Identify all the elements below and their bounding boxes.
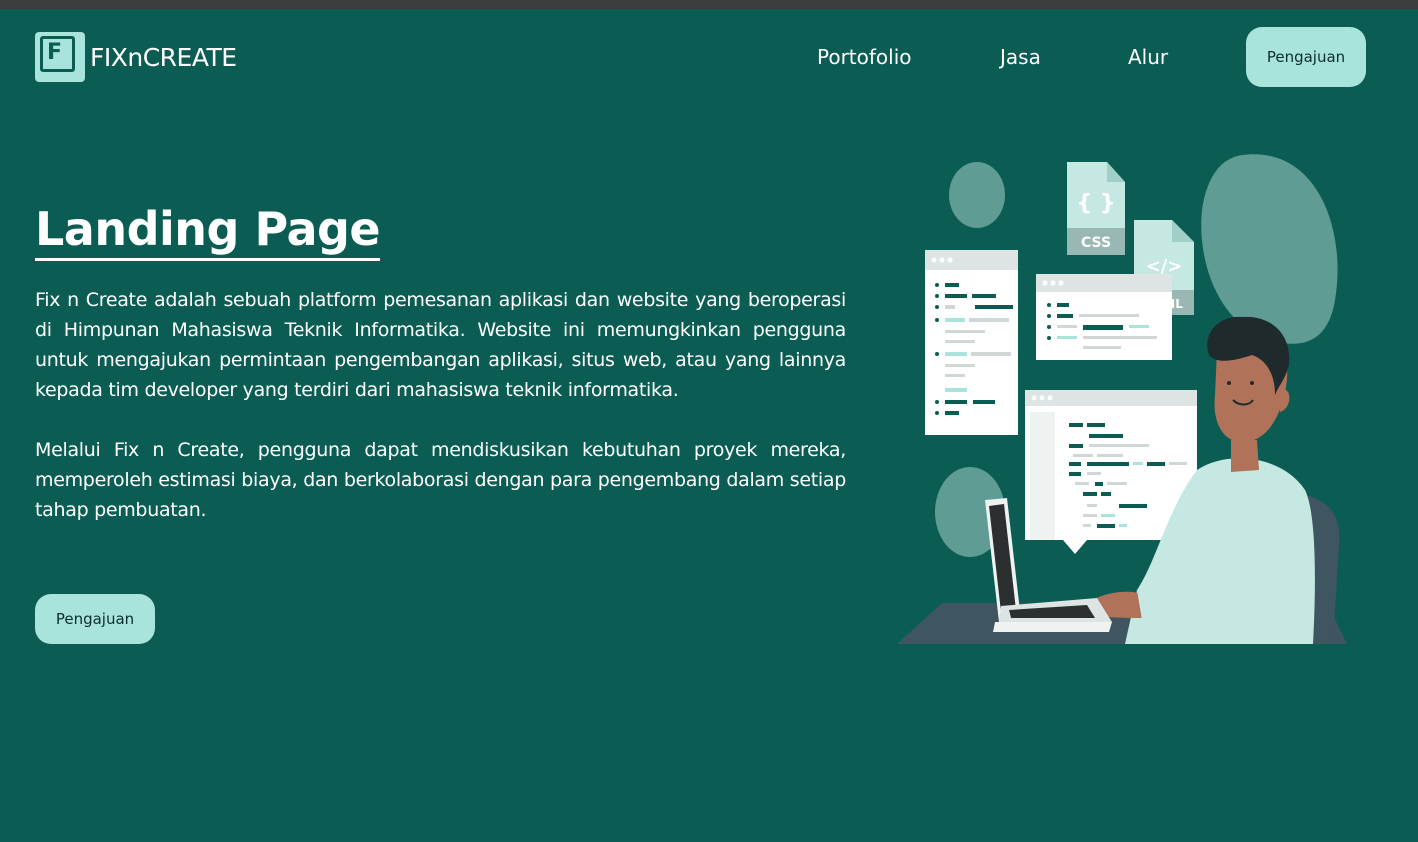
hero-paragraph-intro: Fix n Create adalah sebuah platform peme… bbox=[35, 289, 846, 401]
hero-pengajuan-button[interactable]: Pengajuan bbox=[35, 594, 155, 644]
blob-small-top bbox=[949, 162, 1005, 228]
nav-link-alur[interactable]: Alur bbox=[1128, 45, 1168, 69]
code-window-middle bbox=[1036, 274, 1172, 360]
html-file-glyph: </> bbox=[1146, 256, 1183, 277]
window-top-bar bbox=[0, 0, 1418, 9]
hero-paragraph-detail: Melalui Fix n Create, pengguna dapat men… bbox=[35, 439, 846, 521]
brand-logo[interactable]: F FIXnCREATE bbox=[35, 32, 237, 82]
nav-link-jasa[interactable]: Jasa bbox=[1000, 45, 1041, 69]
code-window-left bbox=[925, 250, 1018, 435]
css-file-label: CSS bbox=[1081, 235, 1111, 251]
logo-icon: F bbox=[35, 32, 85, 82]
logo-letter: F bbox=[40, 36, 75, 72]
nav-link-portofolio[interactable]: Portofolio bbox=[817, 45, 912, 69]
css-file-icon: { } CSS bbox=[1067, 162, 1125, 255]
brand-name: FIXnCREATE bbox=[90, 42, 237, 72]
developer-illustration: { } CSS </> HTML bbox=[897, 154, 1347, 644]
page-title: Landing Page bbox=[35, 200, 381, 261]
css-file-glyph: { } bbox=[1077, 191, 1116, 216]
nav-pengajuan-button[interactable]: Pengajuan bbox=[1246, 27, 1366, 87]
blob-large-right bbox=[1201, 154, 1338, 344]
